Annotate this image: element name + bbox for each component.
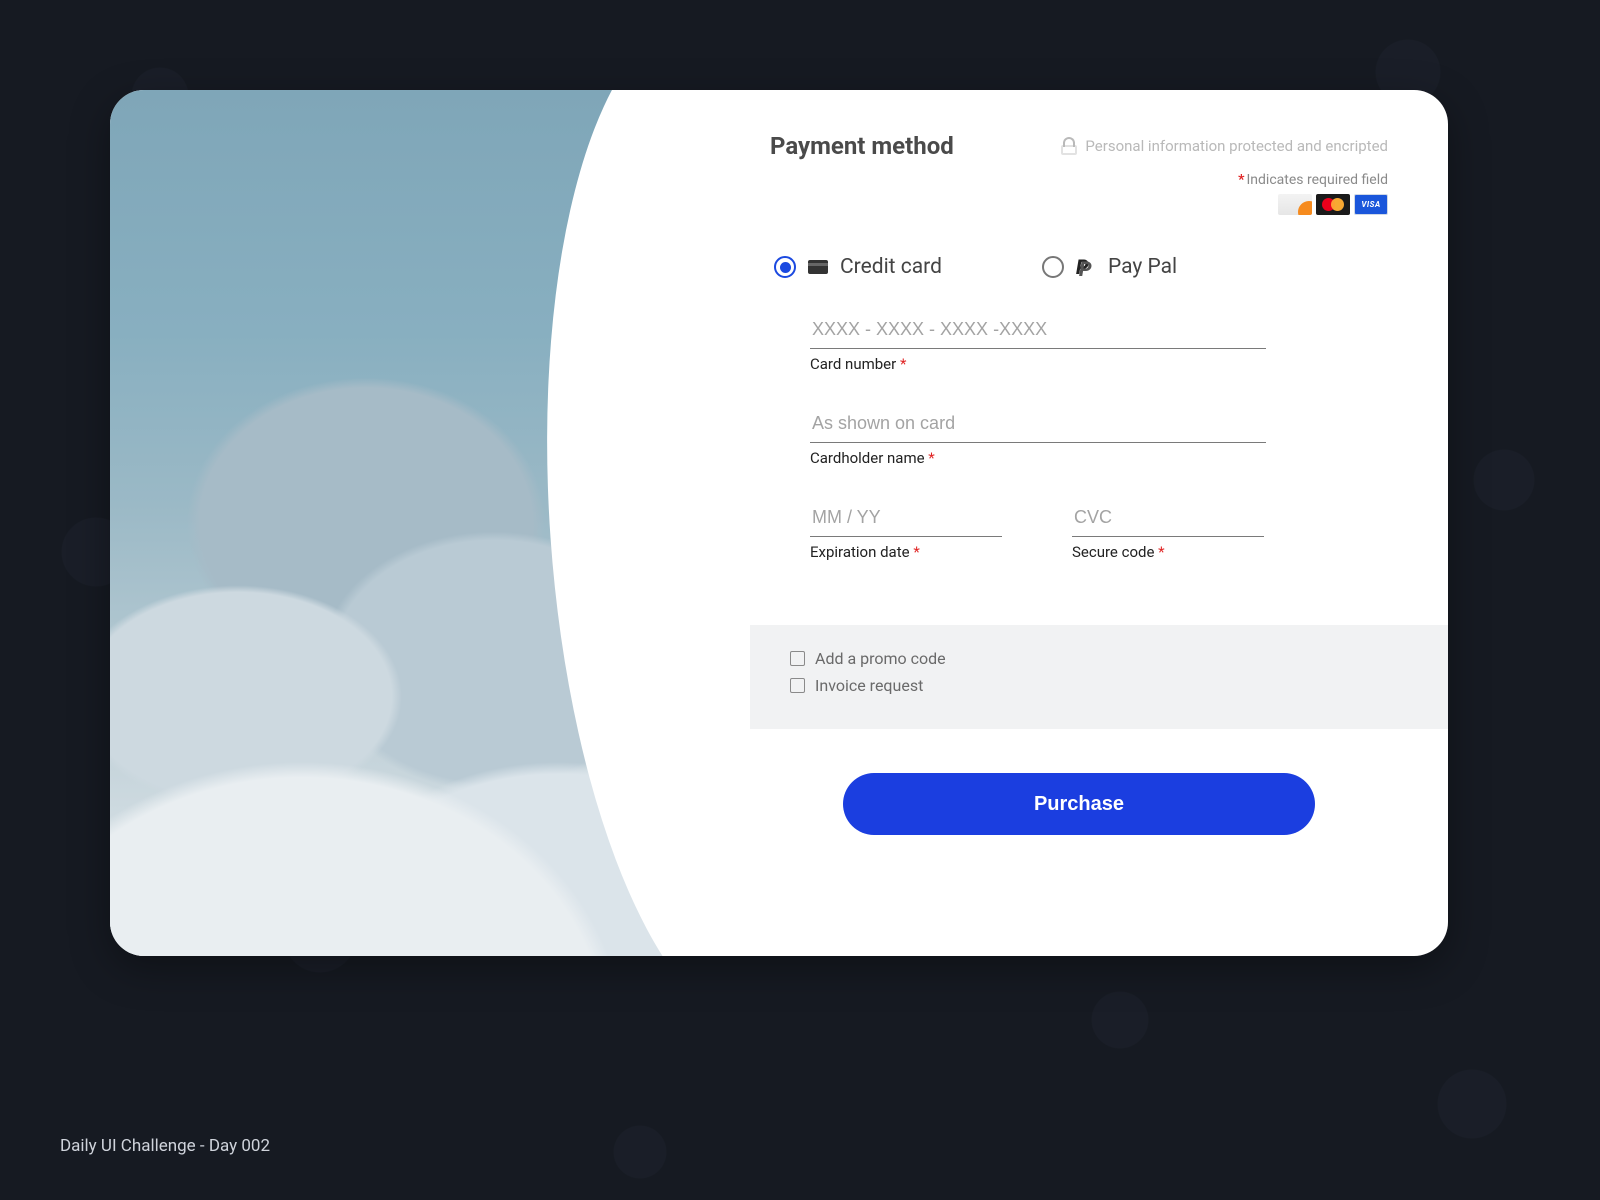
mastercard-logo-icon [1316, 194, 1350, 215]
method-label: Credit card [840, 255, 942, 279]
checkbox-unchecked-icon [790, 651, 805, 666]
checkbox-unchecked-icon [790, 678, 805, 693]
invoice-request-checkbox[interactable]: Invoice request [790, 676, 1408, 695]
protected-note: Personal information protected and encri… [1061, 137, 1388, 155]
extras-panel: Add a promo code Invoice request [750, 625, 1448, 729]
protected-text: Personal information protected and encri… [1085, 137, 1388, 155]
payment-method-credit-card[interactable]: Credit card [774, 255, 942, 279]
promo-code-checkbox[interactable]: Add a promo code [790, 649, 1408, 668]
visa-logo-icon: VISA [1354, 194, 1388, 215]
invoice-request-label: Invoice request [815, 676, 923, 695]
cvc-label: Secure code * [1072, 543, 1264, 561]
card-brand-logos: VISA [770, 194, 1388, 215]
card-number-input[interactable] [810, 313, 1266, 349]
credit-card-icon [808, 260, 828, 274]
purchase-button[interactable]: Purchase [843, 773, 1315, 835]
payment-card: Payment method Personal information prot… [110, 90, 1448, 956]
payment-method-paypal[interactable]: P Pay Pal [1042, 255, 1177, 279]
card-number-label: Card number * [810, 355, 1388, 373]
lock-icon [1061, 137, 1077, 155]
footer-caption: Daily UI Challenge - Day 002 [60, 1136, 270, 1156]
expiration-input[interactable] [810, 501, 1002, 537]
paypal-icon: P [1076, 255, 1096, 279]
page-title: Payment method [770, 132, 954, 160]
method-label: Pay Pal [1108, 255, 1177, 279]
payment-form: Payment method Personal information prot… [750, 90, 1448, 956]
promo-code-label: Add a promo code [815, 649, 946, 668]
radio-unselected-icon [1042, 256, 1064, 278]
discover-logo-icon [1278, 194, 1312, 215]
expiration-label: Expiration date * [810, 543, 1002, 561]
radio-selected-icon [774, 256, 796, 278]
cardholder-name-input[interactable] [810, 407, 1266, 443]
required-field-note: *Indicates required field [770, 172, 1388, 188]
hero-image-clouds [110, 90, 750, 956]
cvc-input[interactable] [1072, 501, 1264, 537]
cardholder-name-label: Cardholder name * [810, 449, 1388, 467]
